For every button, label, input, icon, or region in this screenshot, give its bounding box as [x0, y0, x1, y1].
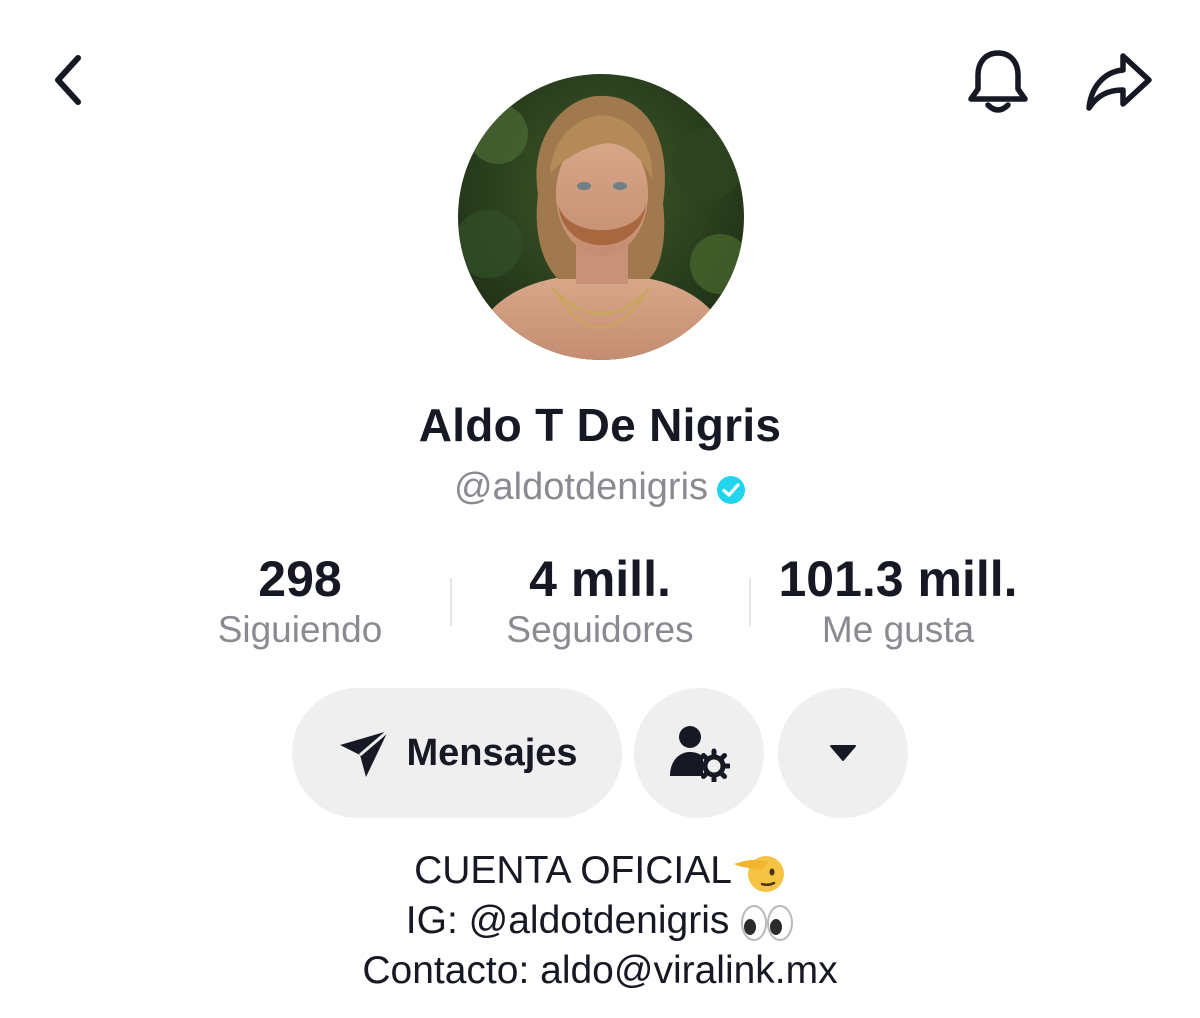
chevron-left-icon [55, 55, 81, 105]
stat-following[interactable]: 298 Siguiendo [150, 548, 450, 650]
stat-label: Seguidores [506, 609, 694, 650]
handle-row: @aldotdenigris [0, 466, 1200, 509]
messages-label: Mensajes [406, 731, 578, 774]
share-arrow-icon [1086, 53, 1152, 111]
send-icon [340, 729, 390, 777]
stat-label: Siguiendo [217, 609, 383, 650]
verified-badge-icon [717, 475, 746, 504]
eyes-emoji [741, 904, 794, 941]
stat-value: 101.3 mill. [778, 551, 1018, 607]
stat-likes[interactable]: 101.3 mill. Me gusta [748, 548, 1048, 650]
more-options-button[interactable] [778, 688, 908, 818]
stat-value: 298 [258, 551, 342, 607]
bio-contact[interactable]: Contacto: aldo@viralink.mx [362, 949, 837, 992]
friends-settings-button[interactable] [634, 688, 764, 818]
bio-line: CUENTA OFICIAL [0, 846, 1200, 896]
notifications-button[interactable] [962, 46, 1034, 118]
triangle-down-icon [830, 745, 856, 761]
stat-followers[interactable]: 4 mill. Seguidores [450, 548, 750, 650]
profile-name: Aldo T De Nigris [418, 399, 782, 451]
bell-icon [968, 50, 1028, 113]
messages-button[interactable]: Mensajes [292, 688, 622, 818]
avatar[interactable] [458, 74, 744, 360]
share-button[interactable] [1078, 46, 1158, 118]
bio-line: Contacto: aldo@viralink.mx [0, 946, 1200, 996]
saluting-face-emoji [733, 855, 784, 892]
stat-value: 4 mill. [529, 551, 671, 607]
stat-label: Me gusta [821, 609, 975, 650]
back-button[interactable] [38, 48, 98, 112]
bio-line: IG: @aldotdenigris [0, 896, 1200, 946]
profile-handle: @aldotdenigris [453, 466, 709, 508]
bio-text: CUENTA OFICIAL [414, 849, 732, 892]
bio-text: IG: @aldotdenigris [405, 899, 741, 942]
person-gear-icon [670, 726, 730, 782]
